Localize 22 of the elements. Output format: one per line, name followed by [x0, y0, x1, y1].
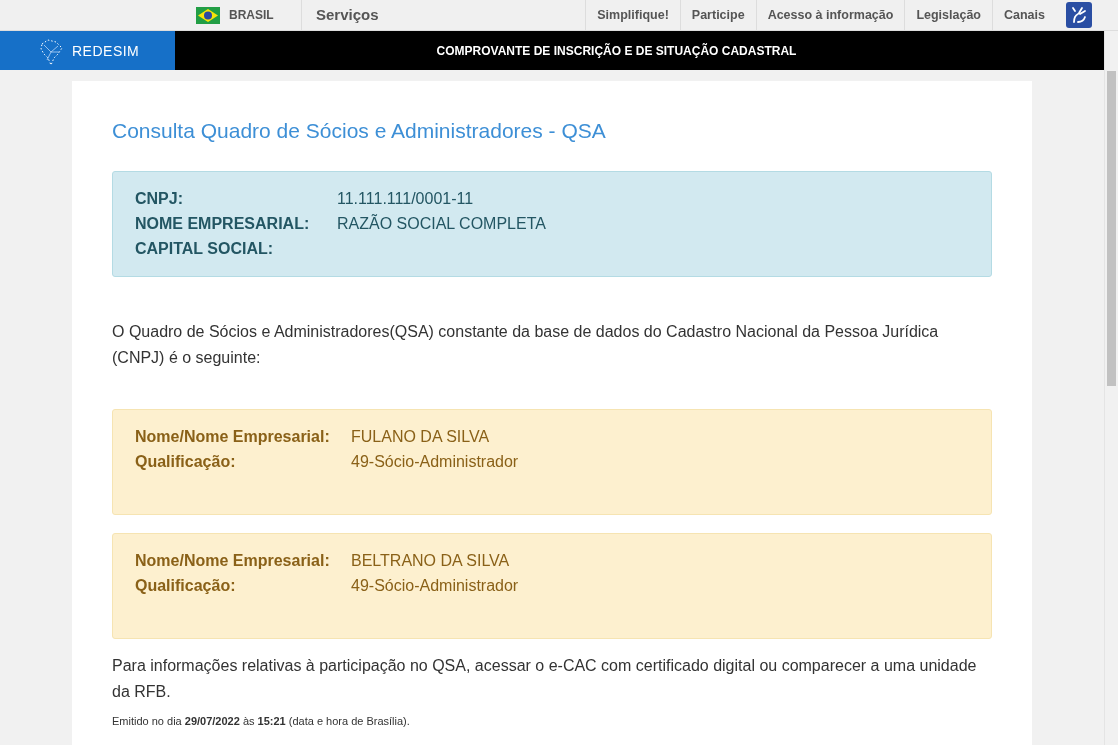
header-title: COMPROVANTE DE INSCRIÇÃO E DE SITUAÇÃO CADASTRAL — [435, 43, 798, 58]
logo[interactable]: REDESIM — [0, 31, 175, 70]
scrollbar[interactable] — [1104, 31, 1118, 745]
field-value: 49-Sócio-Administrador — [351, 452, 519, 472]
info-text: Para informações relativas à participação no QSA, acessar o e-CAC com certificado digital ou comparecer a uma unidade da RFB. — [112, 656, 978, 702]
field-value: 49-Sócio-Administrador — [351, 576, 519, 596]
field-label: CAPITAL SOCIAL: — [135, 239, 275, 259]
intro-text: O Quadro de Sócios e Administradores(QSA) constante da base de dados do Cadastro Nacional da Pessoa Jurídica (CNPJ) é o seguinte: — [112, 322, 940, 368]
issued-text: Emitido no dia 29/07/2022 às 15:21 (data e hora de Brasília). — [112, 714, 411, 729]
field-label: Qualificação: — [135, 576, 237, 596]
field-value: FULANO DA SILVA — [351, 427, 490, 447]
field-label: CNPJ: — [135, 189, 184, 209]
page-title: Consulta Quadro de Sócios e Administradores - QSA — [112, 119, 607, 143]
field-label: Nome/Nome Empresarial: — [135, 427, 331, 447]
field-label: Nome/Nome Empresarial: — [135, 551, 331, 571]
field-value: RAZÃO SOCIAL COMPLETA — [337, 213, 546, 234]
field-value: 11.111.111/0001-11 — [337, 189, 474, 209]
field-label: Qualificação: — [135, 452, 237, 472]
field-value: BELTRANO DA SILVA — [351, 551, 510, 571]
country-label: BRASIL — [229, 8, 275, 22]
field-label: NOME EMPRESARIAL: — [135, 214, 311, 234]
flag-icon — [196, 6, 220, 24]
